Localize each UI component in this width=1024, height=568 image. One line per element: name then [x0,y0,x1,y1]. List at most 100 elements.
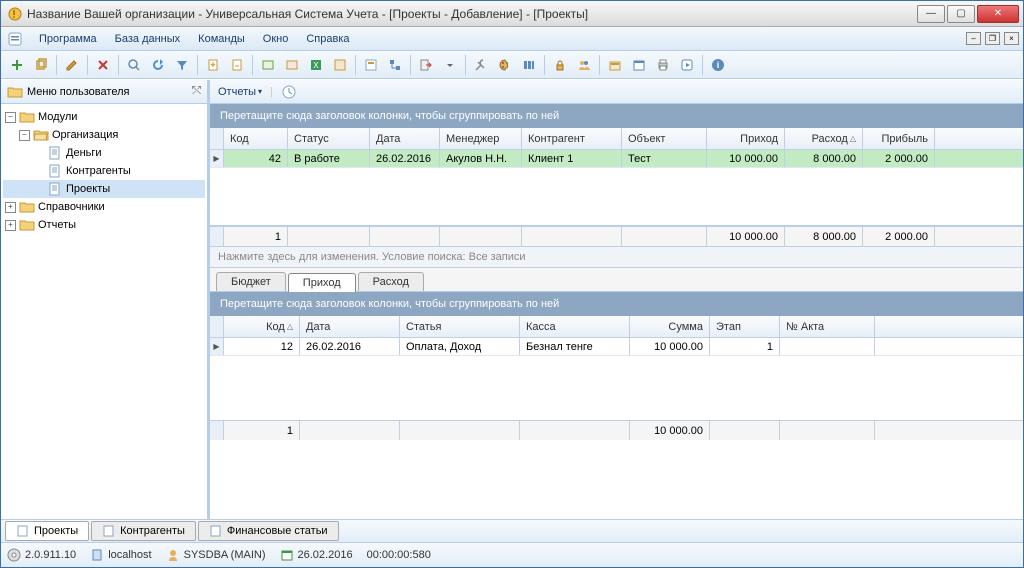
tool-palette[interactable] [494,54,516,76]
tree-money[interactable]: Деньги [3,144,205,162]
scol-date[interactable]: Дата [300,316,400,337]
col-income[interactable]: Приход [707,128,785,149]
tree-reports[interactable]: + Отчеты [3,216,205,234]
menu-help[interactable]: Справка [298,30,357,48]
tool-exit[interactable] [415,54,437,76]
tool-print[interactable] [652,54,674,76]
export-button4[interactable] [329,54,351,76]
import-button1[interactable] [202,54,224,76]
delete-button[interactable] [92,54,114,76]
add-button[interactable] [6,54,28,76]
svg-text:X: X [313,61,319,70]
filter-button[interactable] [171,54,193,76]
tool-lock[interactable] [549,54,571,76]
tool-tree[interactable] [384,54,406,76]
document-icon [47,146,63,160]
btab-projects[interactable]: Проекты [5,521,89,541]
status-date: 26.02.2016 [280,548,353,562]
server-icon [90,548,104,562]
tab-expense[interactable]: Расход [358,272,424,291]
col-profit[interactable]: Прибыль [863,128,935,149]
group-hint[interactable]: Перетащите сюда заголовок колонки, чтобы… [210,104,1023,128]
tool-help[interactable]: i [707,54,729,76]
copy-button[interactable] [30,54,52,76]
status-user: SYSDBA (MAIN) [166,548,266,562]
menu-app-icon [7,31,23,47]
clock-icon[interactable] [281,84,297,100]
table-row[interactable]: ▶ 12 26.02.2016 Оплата, Доход Безнал тен… [210,338,1023,356]
folder-icon [19,218,35,232]
folder-icon [19,200,35,214]
menu-commands[interactable]: Команды [190,30,253,48]
col-date[interactable]: Дата [370,128,440,149]
edit-button[interactable] [61,54,83,76]
col-code[interactable]: Код [224,128,288,149]
export-button2[interactable] [281,54,303,76]
document-icon [209,525,223,537]
btab-fin-articles[interactable]: Финансовые статьи [198,521,339,541]
col-expense[interactable]: Расход△ [785,128,863,149]
tree-projects[interactable]: Проекты [3,180,205,198]
tool-users[interactable] [573,54,595,76]
mdi-close[interactable]: × [1004,32,1019,45]
row-indicator-icon: ▶ [210,150,224,167]
menu-window[interactable]: Окно [255,30,297,48]
scol-act[interactable]: № Акта [780,316,875,337]
folder-icon [7,85,23,99]
tree-modules[interactable]: − Модули [3,108,205,126]
reports-dropdown[interactable]: Отчеты ▾ [218,86,262,98]
left-panel: Меню пользователя ⤲ − Модули − Организац… [1,80,208,519]
tool-columns[interactable] [518,54,540,76]
titlebar: Название Вашей организации - Универсальн… [1,1,1023,27]
export-excel-button[interactable]: X [305,54,327,76]
left-panel-header: Меню пользователя ⤲ [1,80,207,104]
tree-refs[interactable]: + Справочники [3,198,205,216]
col-contragent[interactable]: Контрагент [522,128,622,149]
scol-sum[interactable]: Сумма [630,316,710,337]
close-button[interactable]: ✕ [977,5,1019,23]
col-status[interactable]: Статус [288,128,370,149]
folder-icon [19,110,35,124]
tool-dropdown[interactable] [439,54,461,76]
import-button2[interactable] [226,54,248,76]
table-row[interactable]: ▶ 42 В работе 26.02.2016 Акулов Н.Н. Кли… [210,150,1023,168]
menu-database[interactable]: База данных [107,30,189,48]
tool-calendar[interactable] [628,54,650,76]
tool-wrench[interactable] [470,54,492,76]
scol-stage[interactable]: Этап [710,316,780,337]
mdi-restore[interactable]: ❐ [985,32,1000,45]
content-area: Отчеты ▾ | Перетащите сюда заголовок кол… [208,80,1023,519]
search-button[interactable] [123,54,145,76]
pin-icon[interactable]: ⤲ [192,85,201,98]
col-object[interactable]: Объект [622,128,707,149]
tab-budget[interactable]: Бюджет [216,272,286,291]
scol-article[interactable]: Статья [400,316,520,337]
maximize-button[interactable]: ▢ [947,5,975,23]
tool-form[interactable] [360,54,382,76]
tree-organization[interactable]: − Организация [3,126,205,144]
scol-code[interactable]: Код△ [224,316,300,337]
col-manager[interactable]: Менеджер [440,128,522,149]
reports-bar: Отчеты ▾ | [210,80,1023,104]
tool-register[interactable] [604,54,626,76]
tab-income[interactable]: Приход [288,273,356,292]
scol-kassa[interactable]: Касса [520,316,630,337]
btab-contragents[interactable]: Контрагенты [91,521,196,541]
mdi-minimize[interactable]: – [966,32,981,45]
main-grid-footer: 1 10 000.00 8 000.00 2 000.00 [210,226,1023,246]
main-toolbar: X i [1,51,1023,79]
refresh-button[interactable] [147,54,169,76]
svg-text:i: i [717,60,720,70]
document-icon [47,182,63,196]
minimize-button[interactable]: — [917,5,945,23]
tool-play[interactable] [676,54,698,76]
tree-contragents[interactable]: Контрагенты [3,162,205,180]
sub-tabs: Бюджет Приход Расход [210,268,1023,292]
filter-bar[interactable]: Нажмите здесь для изменения. Условие пои… [210,246,1023,268]
row-indicator-icon: ▶ [210,338,224,355]
menu-program[interactable]: Программа [31,30,105,48]
sub-group-hint[interactable]: Перетащите сюда заголовок колонки, чтобы… [210,292,1023,316]
document-icon [47,164,63,178]
export-button1[interactable] [257,54,279,76]
app-icon [7,6,23,22]
